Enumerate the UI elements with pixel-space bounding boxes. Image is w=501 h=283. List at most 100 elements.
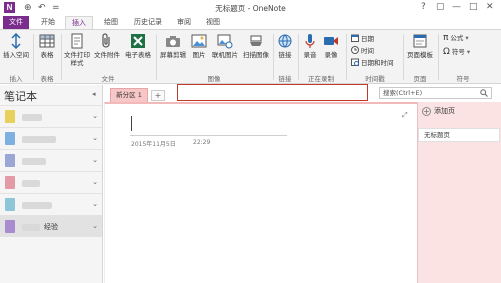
notebook-name-redacted	[22, 136, 56, 143]
group-label-insert: 插入	[9, 75, 23, 83]
date-label: 日期	[361, 35, 374, 43]
tab-review[interactable]: 审阅	[170, 16, 198, 29]
chevron-down-icon[interactable]: ⌄	[92, 222, 98, 230]
collapse-pane-icon[interactable]: ◂	[92, 90, 96, 98]
online-picture-button[interactable]: 联机图片	[210, 33, 240, 59]
clock-icon	[351, 46, 359, 54]
plus-circle-icon: +	[422, 107, 431, 116]
tab-home[interactable]: 开始	[34, 16, 62, 29]
record-video-label: 录像	[324, 51, 338, 59]
insert-space-button[interactable]: 插入空间	[2, 33, 30, 59]
page-canvas[interactable]	[104, 102, 417, 283]
notebook-name-redacted	[22, 180, 40, 187]
picture-icon	[191, 34, 207, 48]
tab-draw[interactable]: 绘图	[97, 16, 125, 29]
tab-file[interactable]: 文件	[3, 16, 29, 29]
search-icon[interactable]	[480, 89, 488, 97]
video-camera-icon	[324, 37, 338, 45]
tab-history[interactable]: 历史记录	[128, 16, 168, 29]
scan-image-label: 扫描图像	[243, 51, 269, 59]
file-attachment-label: 文件附件	[94, 51, 120, 59]
page-list-item[interactable]: 无标题页	[418, 128, 500, 142]
page-template-button[interactable]: 页面模板	[405, 33, 435, 59]
screen-clipping-label: 屏幕剪辑	[160, 51, 186, 59]
chevron-down-icon[interactable]: ⌄	[92, 200, 98, 208]
minimize-button[interactable]: —	[452, 1, 461, 13]
page-date: 2015年11月5日	[131, 141, 176, 148]
online-picture-label: 联机图片	[212, 51, 238, 59]
help-icon[interactable]: ?	[421, 1, 426, 13]
title-text-cursor	[131, 116, 132, 131]
notebook-item-active[interactable]: 经验 ⌄	[0, 215, 102, 237]
search-input[interactable]: 搜索(Ctrl+E)	[379, 87, 492, 99]
group-label-files: 文件	[101, 75, 115, 83]
file-printout-button[interactable]: 文件打印样式	[63, 33, 91, 67]
group-label-symbols: 符号	[456, 75, 470, 83]
notebook-pane: 笔记本 ◂ ⌄ ⌄ ⌄ ⌄ ⌄ 经验 ⌄	[0, 85, 103, 283]
page-template-label: 页面模板	[407, 51, 433, 59]
notebook-item[interactable]: ⌄	[0, 127, 102, 149]
ribbon-separator	[156, 34, 157, 80]
spreadsheet-label: 电子表格	[125, 51, 151, 59]
notebook-name-redacted	[22, 158, 46, 165]
group-label-images: 图像	[207, 75, 221, 83]
chevron-down-icon[interactable]: ⌄	[92, 178, 98, 186]
ribbon-display-icon[interactable]: ▢	[436, 1, 445, 13]
notebook-name-redacted	[22, 114, 42, 121]
symbol-button[interactable]: Ω 符号 ▾	[443, 48, 470, 57]
time-label: 时间	[361, 47, 374, 55]
page-time: 22:29	[193, 139, 211, 146]
ribbon: 插入空间 插入 表格 表格 文件打印样式 文件附件 电子表格 文件 屏幕剪辑 图…	[0, 29, 501, 84]
section-tab[interactable]: 新分区 1	[110, 88, 148, 102]
tab-view[interactable]: 视图	[199, 16, 227, 29]
notebook-pane-title: 笔记本	[4, 90, 37, 103]
expand-icon[interactable]: ⤢	[402, 111, 408, 120]
link-globe-icon	[278, 34, 292, 48]
link-button[interactable]: 链接	[275, 33, 295, 59]
table-button[interactable]: 表格	[36, 33, 58, 59]
ribbon-separator	[61, 34, 62, 80]
ribbon-separator	[403, 34, 404, 80]
chevron-down-icon[interactable]: ⌄	[92, 112, 98, 120]
chevron-down-icon[interactable]: ⌄	[92, 134, 98, 142]
record-video-button[interactable]: 录像	[321, 33, 341, 59]
close-button[interactable]: ✕	[486, 1, 494, 13]
spreadsheet-button[interactable]: 电子表格	[122, 33, 154, 59]
maximize-button[interactable]: □	[469, 1, 478, 13]
ribbon-separator	[273, 34, 274, 80]
picture-button[interactable]: 图片	[189, 33, 209, 59]
group-label-timestamp: 时间戳	[365, 75, 385, 83]
add-page-button[interactable]: + 添加页	[422, 106, 455, 116]
dropdown-arrow-icon: ▾	[466, 48, 471, 56]
date-time-button[interactable]: 日期和时间	[351, 58, 394, 68]
add-section-button[interactable]: +	[151, 90, 165, 101]
record-audio-label: 录音	[303, 51, 317, 59]
notebook-icon	[5, 198, 15, 211]
equation-button[interactable]: π 公式 ▾	[443, 34, 469, 43]
link-label: 链接	[278, 51, 292, 59]
scan-image-button[interactable]: 扫描图像	[241, 33, 271, 59]
calendar-clock-icon	[351, 58, 359, 66]
group-label-recording: 正在录制	[308, 75, 334, 83]
tab-insert[interactable]: 插入	[65, 16, 93, 29]
excel-spreadsheet-icon	[131, 34, 145, 48]
online-picture-icon	[217, 34, 233, 49]
omega-icon: Ω	[443, 47, 450, 57]
ribbon-separator	[33, 34, 34, 80]
time-button[interactable]: 时间	[351, 46, 374, 56]
ribbon-separator	[298, 34, 299, 80]
record-audio-button[interactable]: 录音	[300, 33, 320, 59]
notebook-item[interactable]: ⌄	[0, 105, 102, 127]
date-button[interactable]: 日期	[351, 34, 374, 44]
notebook-item[interactable]: ⌄	[0, 171, 102, 193]
notebook-name: 经验	[44, 223, 58, 231]
notebook-item[interactable]: ⌄	[0, 149, 102, 171]
paperclip-icon	[102, 33, 110, 48]
file-attachment-button[interactable]: 文件附件	[93, 33, 121, 59]
table-label: 表格	[40, 51, 54, 59]
ribbon-separator	[346, 34, 347, 80]
notebook-item[interactable]: ⌄	[0, 193, 102, 215]
chevron-down-icon[interactable]: ⌄	[92, 156, 98, 164]
highlight-annotation-box	[177, 84, 368, 101]
screen-clipping-button[interactable]: 屏幕剪辑	[158, 33, 188, 59]
